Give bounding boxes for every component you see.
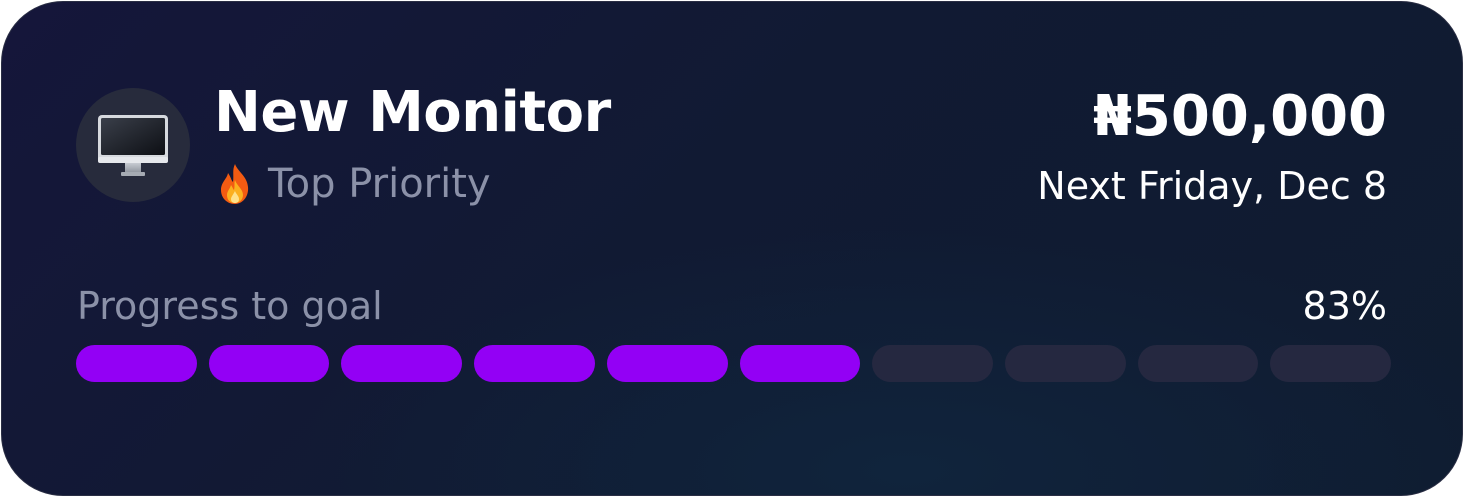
progress-segment-filled (606, 345, 728, 382)
goal-avatar (76, 88, 190, 202)
progress-label: Progress to goal (77, 284, 383, 328)
progress-segment-empty (1137, 345, 1259, 382)
fire-icon (221, 164, 249, 204)
due-date: Next Friday, Dec 8 (1037, 164, 1387, 208)
progress-percent: 83% (1302, 284, 1387, 328)
priority-label: Top Priority (268, 161, 491, 207)
progress-segment-filled (341, 345, 463, 382)
progress-segment-empty (1270, 345, 1392, 382)
progress-segment-filled (739, 345, 861, 382)
progress-segment-filled (474, 345, 595, 382)
progress-segment-empty (872, 345, 993, 382)
goal-amount: ₦500,000 (1092, 84, 1387, 149)
progress-segment-filled (76, 345, 197, 382)
goal-title: New Monitor (214, 80, 611, 145)
progress-segment-empty (1004, 345, 1126, 382)
goal-card[interactable]: New Monitor Top Priority ₦500,000 Next F… (1, 1, 1463, 496)
progress-segment-filled (208, 345, 330, 382)
priority-tag: Top Priority (216, 157, 491, 211)
desktop-monitor-icon (98, 115, 168, 176)
progress-bar (76, 345, 1392, 382)
